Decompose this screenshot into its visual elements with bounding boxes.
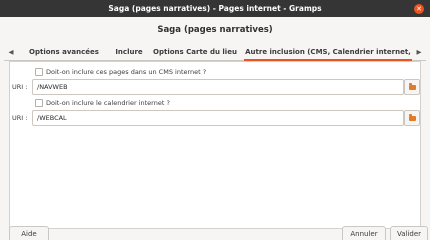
tab-content-panel: Doit-on inclure ces pages dans un CMS in…: [9, 61, 421, 229]
calendar-uri-row: URI : /WEBCAL: [10, 110, 420, 126]
calendar-checkbox[interactable]: [35, 99, 43, 107]
close-icon[interactable]: ✕: [414, 3, 424, 14]
calendar-uri-label: URI :: [12, 114, 28, 122]
cancel-button[interactable]: Annuler: [342, 226, 386, 240]
ok-button[interactable]: Valider: [390, 226, 428, 240]
tab-inclure[interactable]: Inclure: [110, 43, 148, 61]
calendar-uri-input[interactable]: /WEBCAL: [32, 110, 404, 126]
tab-scroll-left-icon[interactable]: ◀: [4, 43, 18, 61]
window-title: Saga (pages narratives) - Pages internet…: [108, 4, 322, 13]
folder-icon: [409, 83, 416, 90]
tab-bar: ◀ Options avancées Inclure Options Carte…: [4, 43, 426, 74]
cms-uri-row: URI : /NAVWEB: [10, 79, 420, 95]
tab-autre-inclusion[interactable]: Autre inclusion (CMS, Calendrier interne…: [244, 43, 412, 74]
cms-checkbox[interactable]: [35, 68, 43, 76]
tab-scroll-right-icon[interactable]: ▶: [412, 43, 426, 61]
tab-options-avancees[interactable]: Options avancées: [18, 43, 110, 61]
calendar-browse-button[interactable]: [404, 110, 420, 126]
dialog-header: Saga (pages narratives): [0, 17, 430, 43]
help-button[interactable]: Aide: [9, 226, 49, 240]
folder-icon: [409, 114, 416, 121]
cms-uri-label: URI :: [12, 83, 28, 91]
cms-uri-input[interactable]: /NAVWEB: [32, 79, 404, 95]
cms-checkbox-row[interactable]: Doit-on inclure ces pages dans un CMS in…: [35, 67, 335, 77]
window-titlebar: Saga (pages narratives) - Pages internet…: [0, 0, 430, 17]
calendar-checkbox-row[interactable]: Doit-on inclure le calendrier internet ?: [35, 98, 335, 108]
tab-options-carte[interactable]: Options Carte du lieu: [148, 43, 242, 61]
calendar-checkbox-label: Doit-on inclure le calendrier internet ?: [46, 99, 170, 107]
cms-browse-button[interactable]: [404, 79, 420, 95]
cms-checkbox-label: Doit-on inclure ces pages dans un CMS in…: [46, 68, 207, 76]
